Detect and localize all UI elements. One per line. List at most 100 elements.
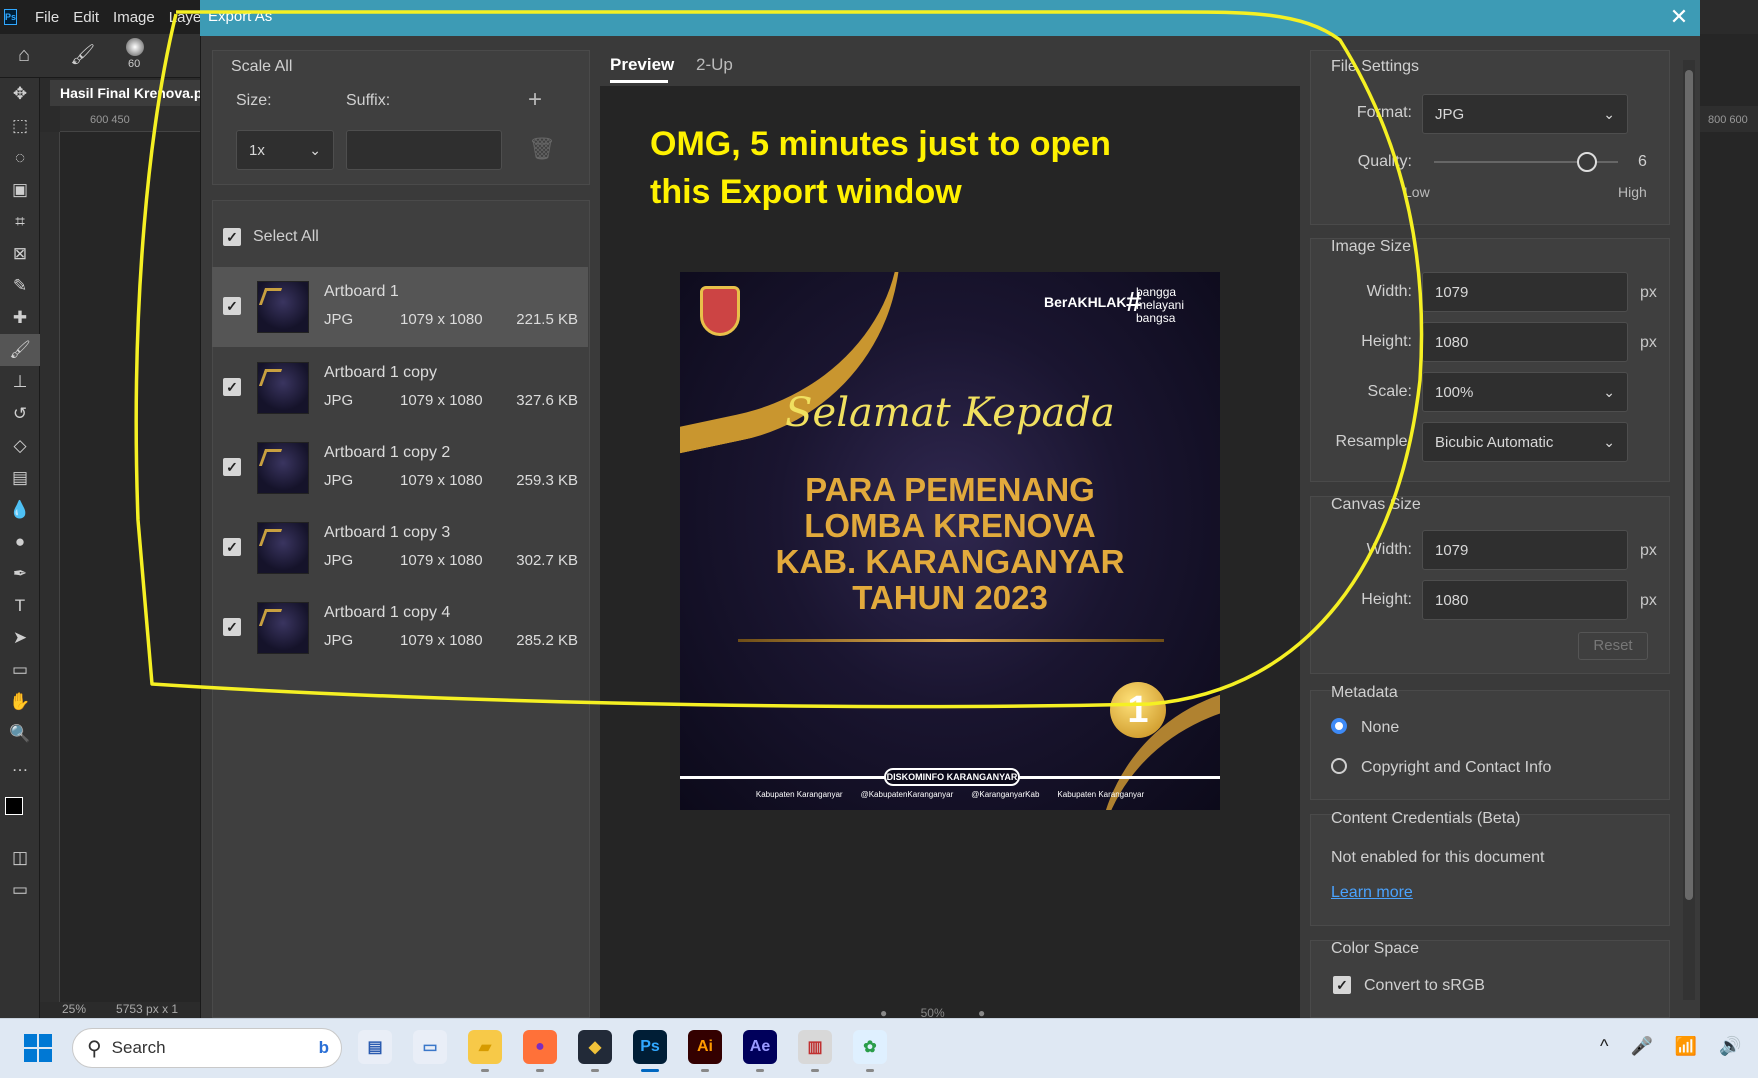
learn-more-link[interactable]: Learn more (1331, 884, 1413, 902)
path-select-tool-icon[interactable]: ➤ (0, 622, 40, 654)
suffix-input[interactable] (346, 130, 502, 170)
photos-icon[interactable]: ▭ (413, 1030, 447, 1064)
brush-icon[interactable]: 🖌 (70, 42, 95, 67)
artboard-checkbox[interactable]: ✓ (223, 297, 241, 315)
tab-preview[interactable]: Preview (610, 55, 674, 75)
metadata-title: Metadata (1331, 684, 1398, 701)
brush-preset-icon[interactable] (126, 38, 144, 56)
artboard-row[interactable]: ✓ Artboard 1 copy 4 JPG 1079 x 1080 285.… (212, 588, 588, 668)
color-swatches[interactable] (0, 782, 40, 842)
crop-tool-icon[interactable]: ⌗ (0, 206, 40, 238)
berakhlak-logo: BerAKHLAK (1044, 294, 1127, 310)
zoom-tool-icon[interactable]: 🔍 (0, 718, 40, 750)
metadata-none-radio[interactable] (1331, 718, 1347, 734)
artboard-checkbox[interactable]: ✓ (223, 378, 241, 396)
eraser-tool-icon[interactable]: ◇ (0, 430, 40, 462)
artboard-row[interactable]: ✓ Artboard 1 copy 2 JPG 1079 x 1080 259.… (212, 428, 588, 508)
stamp-tool-icon[interactable]: ⊥ (0, 366, 40, 398)
scale-all-title: Scale All (231, 58, 293, 75)
convert-srgb-checkbox[interactable]: ✓ (1333, 976, 1351, 994)
home-icon[interactable]: ⌂ (18, 44, 30, 67)
artboard-dimensions: 1079 x 1080 (400, 311, 483, 328)
artboard-filesize: 327.6 KB (516, 392, 578, 409)
document-tab[interactable]: Hasil Final Krenova.ps (50, 80, 200, 106)
annotation-text: OMG, 5 minutes just to open this Export … (650, 125, 1111, 211)
wifi-icon[interactable]: 📶 (1675, 1036, 1697, 1057)
move-tool-icon[interactable]: ✥ (0, 78, 40, 110)
marquee-tool-icon[interactable]: ⬚ (0, 110, 40, 142)
taskbar-search[interactable]: ⚲ Search b (72, 1028, 342, 1068)
menu-edit[interactable]: Edit (73, 9, 99, 26)
menu-file[interactable]: File (35, 9, 59, 26)
trash-icon[interactable]: 🗑 (528, 136, 556, 162)
windows-start-icon[interactable] (22, 1032, 54, 1064)
healing-tool-icon[interactable]: ✚ (0, 302, 40, 334)
format-label: Format: (1356, 104, 1412, 121)
eyedropper-tool-icon[interactable]: ✎ (0, 270, 40, 302)
microphone-icon[interactable]: 🎤 (1630, 1036, 1652, 1057)
drive-tool-icon[interactable]: ▥ (798, 1030, 832, 1072)
canvas-width-input[interactable]: 1079 (1422, 530, 1628, 570)
menu-layer[interactable]: Laye (169, 9, 202, 26)
settings-scrollbar-thumb[interactable] (1685, 70, 1693, 900)
explorer-doc-icon[interactable]: ▤ (358, 1030, 392, 1064)
foreground-color-swatch[interactable] (5, 797, 23, 815)
photoshop-icon[interactable]: Ps (633, 1030, 667, 1072)
menu-image[interactable]: Image (113, 9, 155, 26)
after-effects-icon[interactable]: Ae (743, 1030, 777, 1072)
davinci-icon[interactable]: ◆ (578, 1030, 612, 1072)
canvas-height-input[interactable]: 1080 (1422, 580, 1628, 620)
artboard-name: Artboard 1 copy 3 (324, 524, 451, 541)
format-select[interactable]: JPG ⌄ (1422, 94, 1628, 134)
scale-label: Scale: (1367, 383, 1412, 400)
image-height-input[interactable]: 1080 (1422, 322, 1628, 362)
metadata-copyright-label: Copyright and Contact Info (1361, 759, 1552, 776)
blur-tool-icon[interactable]: 💧 (0, 494, 40, 526)
medal-icon: 1 (1110, 682, 1166, 738)
dodge-tool-icon[interactable]: ● (0, 526, 40, 558)
file-explorer-icon[interactable]: ▰ (468, 1030, 502, 1072)
artboard-checkbox[interactable]: ✓ (223, 538, 241, 556)
artboard-row[interactable]: ✓ Artboard 1 copy 3 JPG 1079 x 1080 302.… (212, 508, 588, 588)
select-all-checkbox[interactable]: ✓ (223, 228, 241, 246)
gradient-tool-icon[interactable]: ▤ (0, 462, 40, 494)
content-credentials-title: Content Credentials (Beta) (1331, 810, 1521, 827)
resample-label: Resample: (1335, 433, 1412, 450)
pen-tool-icon[interactable]: ✒ (0, 558, 40, 590)
artboard-checkbox[interactable]: ✓ (223, 458, 241, 476)
type-tool-icon[interactable]: T (0, 590, 40, 622)
hand-tool-icon[interactable]: ✋ (0, 686, 40, 718)
lasso-tool-icon[interactable]: ◌ (0, 142, 40, 174)
gold-divider (738, 639, 1164, 642)
more-tools-icon[interactable]: … (0, 750, 40, 782)
reset-button[interactable]: Reset (1578, 632, 1648, 660)
frame-tool-icon[interactable]: ⊠ (0, 238, 40, 270)
object-select-tool-icon[interactable]: ▣ (0, 174, 40, 206)
artboard-row[interactable]: ✓ Artboard 1 copy JPG 1079 x 1080 327.6 … (212, 348, 588, 428)
scale-select[interactable]: 100% ⌄ (1422, 372, 1628, 412)
resample-select[interactable]: Bicubic Automatic ⌄ (1422, 422, 1628, 462)
artboard-row[interactable]: ✓ Artboard 1 JPG 1079 x 1080 221.5 KB (212, 267, 588, 347)
artboard-checkbox[interactable]: ✓ (223, 618, 241, 636)
metadata-copyright-radio[interactable] (1331, 758, 1347, 774)
size-select[interactable]: 1x ⌄ (236, 130, 334, 170)
image-width-input[interactable]: 1079 (1422, 272, 1628, 312)
tray-overflow-icon[interactable]: ^ (1600, 1036, 1608, 1057)
bing-icon[interactable]: b (319, 1038, 329, 1058)
illustrator-icon[interactable]: Ai (688, 1030, 722, 1072)
poster-script-title: Selamat Kepada (785, 390, 1115, 436)
close-icon[interactable]: ✕ (1666, 4, 1692, 30)
history-brush-tool-icon[interactable]: ↺ (0, 398, 40, 430)
volume-icon[interactable]: 🔊 (1719, 1036, 1741, 1057)
image-size-title: Image Size (1331, 238, 1412, 255)
rectangle-tool-icon[interactable]: ▭ (0, 654, 40, 686)
tab-2up[interactable]: 2-Up (696, 55, 733, 75)
network-tool-icon[interactable]: ✿ (853, 1030, 887, 1072)
brush-tool-icon[interactable]: 🖌 (0, 334, 40, 366)
plus-icon[interactable]: + (528, 86, 542, 114)
screen-mode-icon[interactable]: ▭ (0, 874, 40, 906)
firefox-icon[interactable]: ● (523, 1030, 557, 1072)
quick-mask-icon[interactable]: ◫ (0, 842, 40, 874)
quality-slider-thumb[interactable] (1576, 152, 1597, 172)
file-settings-title: File Settings (1331, 58, 1420, 75)
